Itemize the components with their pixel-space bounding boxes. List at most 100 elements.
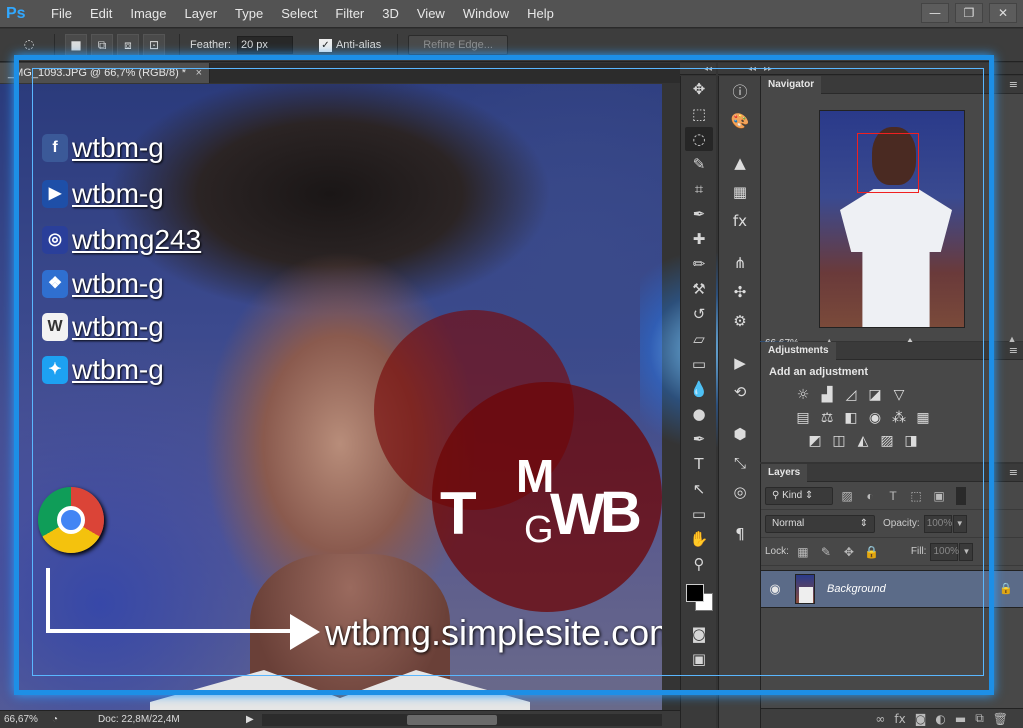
path-selection-icon[interactable]: ↖ <box>685 477 713 501</box>
channels-icon[interactable]: ◎ <box>723 479 757 505</box>
marquee-icon[interactable]: ⬚ <box>685 102 713 126</box>
social-link-wikipedia[interactable]: Wwtbm-g <box>42 310 164 344</box>
document-canvas[interactable]: M T G W B f wtbm-g ▶ wtbm-g ◎ wtbmg243 ❖ wtbm-g… <box>0 84 662 710</box>
status-zoom[interactable]: 66,67% <box>0 714 44 725</box>
social-link-windows[interactable]: ❖ wtbm-g <box>42 267 164 301</box>
measurement-icon[interactable]: ⤡ <box>723 450 757 476</box>
intersect-selection-icon[interactable]: ⊡ <box>143 34 165 56</box>
info-icon[interactable]: ⓘ <box>723 79 757 105</box>
menu-window[interactable]: Window <box>454 0 518 28</box>
rectangle-icon[interactable]: ▭ <box>685 502 713 526</box>
tab-layers[interactable]: Layers <box>761 464 808 482</box>
color-balance-icon[interactable]: ⚖ <box>817 408 837 428</box>
social-link-instagram[interactable]: ◎ wtbmg243 <box>42 223 201 257</box>
type-icon[interactable]: T <box>685 452 713 476</box>
proxy-view-rectangle[interactable] <box>857 133 919 193</box>
styles-icon[interactable]: fx <box>723 208 757 234</box>
color-palette-icon[interactable]: 🎨 <box>723 108 757 134</box>
fill-dropdown-icon[interactable]: ▼ <box>959 542 974 561</box>
fill-input[interactable]: 100% <box>930 542 959 561</box>
brush-icon[interactable]: ✏ <box>685 252 713 276</box>
pixel-filter-icon[interactable]: ▨ <box>838 487 856 505</box>
menu-file[interactable]: File <box>42 0 81 28</box>
brush-presets-icon[interactable]: ⋔ <box>723 250 757 276</box>
move-icon[interactable]: ✥ <box>685 77 713 101</box>
foreground-color-swatch[interactable] <box>686 584 704 602</box>
menu-image[interactable]: Image <box>121 0 175 28</box>
add-to-selection-icon[interactable]: ⧉ <box>91 34 113 56</box>
antialias-checkbox[interactable]: ✓ <box>318 38 332 52</box>
minimize-button[interactable]: — <box>921 3 949 23</box>
panels-collapse[interactable]: ▸▸ <box>760 63 1023 75</box>
refine-edge-button[interactable]: Refine Edge... <box>408 35 508 55</box>
screen-mode-icon[interactable]: ▣ <box>685 647 713 671</box>
healing-brush-icon[interactable]: ✚ <box>685 227 713 251</box>
menu-help[interactable]: Help <box>518 0 563 28</box>
status-menu-arrow-icon[interactable]: ▶ <box>246 714 254 725</box>
curves-icon[interactable]: ◿ <box>841 385 861 405</box>
dock-collapse[interactable]: ◂◂ <box>718 63 760 75</box>
hue-saturation-icon[interactable]: ▤ <box>793 408 813 428</box>
color-lookup-icon[interactable]: ▦ <box>913 408 933 428</box>
opacity-input[interactable]: 100% <box>923 514 952 533</box>
social-link-text[interactable]: wtbm-g <box>72 311 164 343</box>
menu-3d[interactable]: 3D <box>373 0 408 28</box>
quick-mask-icon[interactable]: ◙ <box>685 622 713 646</box>
navigator-menu-icon[interactable]: ≡ <box>1009 76 1018 94</box>
quick-selection-icon[interactable]: ✎ <box>685 152 713 176</box>
tab-navigator[interactable]: Navigator <box>761 76 822 94</box>
adjustments-menu-icon[interactable]: ≡ <box>1009 342 1018 360</box>
document-tab[interactable]: _MG_1093.JPG @ 66,7% (RGB/8) * × <box>0 63 210 83</box>
subtract-selection-icon[interactable]: ⧈ <box>117 34 139 56</box>
lasso-icon[interactable]: ◌ <box>685 127 713 151</box>
type-filter-icon[interactable]: T <box>884 487 902 505</box>
levels-icon[interactable]: ▟ <box>817 385 837 405</box>
filter-kind-select[interactable]: ⚲ Kind ⇕ <box>765 486 833 505</box>
3d-icon[interactable]: ⬢ <box>723 421 757 447</box>
shape-filter-icon[interactable]: ⬚ <box>907 487 925 505</box>
social-link-facebook[interactable]: f wtbm-g <box>42 131 164 165</box>
social-link-text[interactable]: wtbm-g <box>72 268 164 300</box>
invert-icon[interactable]: ◩ <box>805 431 825 451</box>
brightness-contrast-icon[interactable]: ☼ <box>793 385 813 405</box>
delete-layer-icon[interactable]: 🗑 <box>993 712 1008 726</box>
menu-edit[interactable]: Edit <box>81 0 121 28</box>
menu-view[interactable]: View <box>408 0 454 28</box>
lasso-preset-icon[interactable]: ◌ <box>18 34 40 56</box>
toolbar-collapse[interactable]: ◂◂ <box>680 63 716 75</box>
navigator-preview[interactable] <box>819 110 965 328</box>
zoom-icon[interactable]: ⚲ <box>685 552 713 576</box>
photo-filter-icon[interactable]: ◉ <box>865 408 885 428</box>
gradient-map-icon[interactable]: ▨ <box>877 431 897 451</box>
blend-mode-select[interactable]: Normal ⇕ <box>765 514 875 533</box>
eraser-icon[interactable]: ▱ <box>685 327 713 351</box>
pen-icon[interactable]: ✒ <box>685 427 713 451</box>
visibility-eye-icon[interactable]: ◉ <box>761 582 789 597</box>
dodge-icon[interactable]: ● <box>685 402 713 426</box>
crop-icon[interactable]: ⌗ <box>685 177 713 201</box>
gradient-icon[interactable]: ▭ <box>685 352 713 376</box>
layers-menu-icon[interactable]: ≡ <box>1009 464 1018 482</box>
smart-object-filter-icon[interactable]: ▣ <box>930 487 948 505</box>
social-link-twitter[interactable]: ✦ wtbm-g <box>42 353 164 387</box>
threshold-icon[interactable]: ◭ <box>853 431 873 451</box>
actions-icon[interactable]: ▶ <box>723 350 757 376</box>
selective-color-icon[interactable]: ◨ <box>901 431 921 451</box>
filter-toggle[interactable] <box>956 486 966 505</box>
clone-source-icon[interactable]: ✣ <box>723 279 757 305</box>
horizontal-scrollbar[interactable] <box>262 714 662 726</box>
tool-presets-icon[interactable]: ⚙ <box>723 308 757 334</box>
opacity-dropdown-icon[interactable]: ▼ <box>952 514 967 533</box>
lock-position-icon[interactable]: ✥ <box>840 543 858 561</box>
new-layer-icon[interactable]: ⧉ <box>975 711 984 726</box>
social-link-text[interactable]: wtbm-g <box>72 132 164 164</box>
lock-image-icon[interactable]: ✎ <box>817 543 835 561</box>
color-swatches[interactable] <box>684 582 714 616</box>
layer-style-icon[interactable]: fx <box>894 712 905 726</box>
social-link-text[interactable]: wtbm-g <box>72 354 164 386</box>
vibrance-icon[interactable]: ▽ <box>889 385 909 405</box>
close-button[interactable]: ✕ <box>989 3 1017 23</box>
tab-adjustments[interactable]: Adjustments <box>761 342 836 360</box>
histogram-icon[interactable]: ▲ <box>723 150 757 176</box>
clone-stamp-icon[interactable]: ⚒ <box>685 277 713 301</box>
